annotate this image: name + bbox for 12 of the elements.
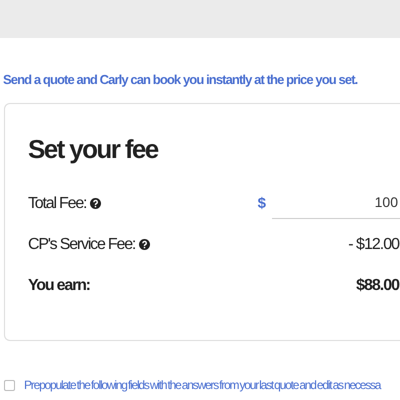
earnings-amount: $88.00 xyxy=(356,276,400,294)
fee-label: CP's Service Fee: xyxy=(28,236,136,254)
fee-label: Total Fee: xyxy=(28,194,86,212)
currency-symbol: $ xyxy=(258,195,266,212)
card-title: Set your fee xyxy=(28,134,160,165)
intro-text: Send a quote and Carly can book you instantly at the price you set. xyxy=(3,72,358,87)
help-icon[interactable] xyxy=(139,239,150,250)
checkbox[interactable] xyxy=(4,380,15,390)
fee-amount: - $12.00 xyxy=(348,236,400,254)
fee-label: You earn: xyxy=(28,276,90,294)
help-icon[interactable] xyxy=(90,198,102,209)
checkbox-label[interactable]: Prepopulate the following fields with the answers from your last quote and edit as necessa xyxy=(24,378,380,392)
